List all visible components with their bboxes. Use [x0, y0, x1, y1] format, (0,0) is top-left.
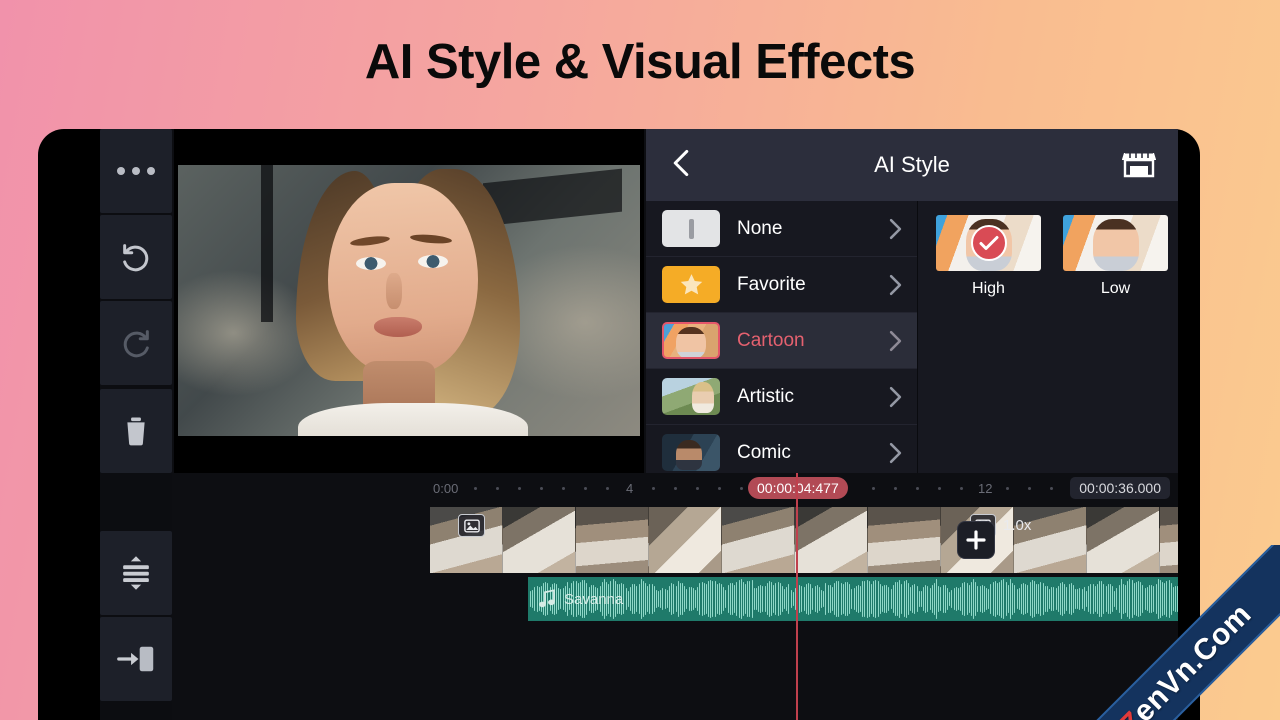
left-toolbar — [100, 129, 172, 720]
intensity-portrait — [1093, 219, 1139, 271]
page-title: AI Style & Visual Effects — [364, 35, 916, 89]
preview-subject-lips — [374, 317, 422, 337]
style-row-artistic[interactable]: Artistic — [646, 369, 917, 425]
chevron-left-icon — [673, 149, 689, 176]
panel-body: None Favorite Cartoon Artistic Comic Hig… — [646, 201, 1178, 473]
style-row-comic[interactable]: Comic — [646, 425, 917, 473]
intensity-thumb-high — [936, 215, 1041, 271]
undo-icon — [123, 244, 149, 272]
clip-frame[interactable] — [1087, 507, 1160, 573]
intensity-thumb-low — [1063, 215, 1168, 271]
redo-button[interactable] — [100, 301, 172, 385]
panel-header: AI Style — [646, 129, 1178, 201]
timeline[interactable]: 0:00 4 12 16 00:00:04:477 00:00:36 — [174, 473, 1178, 720]
ai-style-panel: AI Style None Favorite Cartoon Artistic … — [646, 129, 1178, 473]
audio-waveform — [528, 577, 1178, 621]
chevron-right-icon — [889, 274, 902, 295]
add-transition-button[interactable] — [957, 521, 995, 559]
audio-track[interactable]: Savanna — [528, 577, 1178, 621]
style-label: Favorite — [737, 273, 806, 295]
undo-button[interactable] — [100, 215, 172, 299]
style-row-cartoon[interactable]: Cartoon — [646, 313, 917, 369]
preview-subject-face — [328, 183, 478, 373]
clip-frame[interactable] — [868, 507, 941, 573]
style-row-favorite[interactable]: Favorite — [646, 257, 917, 313]
plus-icon — [966, 530, 986, 550]
more-dots-icon — [117, 167, 155, 175]
style-row-none[interactable]: None — [646, 201, 917, 257]
style-thumb-none — [662, 210, 720, 247]
intensity-option-high[interactable]: High — [936, 215, 1041, 473]
total-duration-badge[interactable]: 00:00:36.000 — [1070, 477, 1170, 499]
ruler-label: 12 — [978, 480, 993, 496]
preview-subject-shirt — [298, 403, 528, 436]
store-icon — [1121, 152, 1157, 177]
app-screen: AI Style None Favorite Cartoon Artistic … — [100, 129, 1178, 720]
delete-button[interactable] — [100, 389, 172, 473]
ruler-label: 4 — [626, 480, 634, 496]
style-list[interactable]: None Favorite Cartoon Artistic Comic — [646, 201, 918, 473]
check-icon — [979, 236, 998, 250]
audio-clip-label: Savanna — [538, 577, 623, 621]
clip-frame[interactable] — [430, 507, 503, 573]
panel-title: AI Style — [874, 152, 950, 177]
video-preview-stage[interactable] — [174, 129, 644, 473]
style-label: Artistic — [737, 385, 794, 407]
trash-icon — [127, 417, 145, 446]
image-icon — [463, 519, 480, 532]
video-track[interactable]: 1.0x — [430, 507, 1178, 573]
clip-frame[interactable] — [795, 507, 868, 573]
more-options-button[interactable] — [100, 129, 172, 213]
clip-frame[interactable] — [576, 507, 649, 573]
music-note-icon — [539, 589, 555, 608]
intensity-option-low[interactable]: Low — [1063, 215, 1168, 473]
star-icon — [680, 273, 702, 294]
insert-arrow-icon — [117, 646, 154, 672]
style-label: None — [737, 217, 783, 239]
clip-frame[interactable] — [722, 507, 795, 573]
intensity-options: High Low — [918, 201, 1178, 473]
clip-frame[interactable] — [503, 507, 576, 573]
style-thumb-comic — [662, 434, 720, 471]
clip-frame[interactable] — [1160, 507, 1178, 573]
chevron-right-icon — [889, 330, 902, 351]
tablet-device-frame: AI Style None Favorite Cartoon Artistic … — [38, 129, 1200, 720]
style-label: Cartoon — [737, 329, 805, 351]
chevron-right-icon — [889, 442, 902, 463]
back-button[interactable] — [668, 148, 694, 183]
preview-subject-eye-right — [418, 255, 448, 268]
chevron-right-icon — [889, 218, 902, 239]
preview-subject-nose — [386, 273, 402, 309]
store-button[interactable] — [1121, 147, 1157, 184]
chevron-right-icon — [889, 386, 902, 407]
ruler-label: 0:00 — [433, 480, 459, 496]
style-thumb-cartoon — [662, 322, 720, 359]
selected-check-badge — [970, 225, 1007, 261]
playhead[interactable] — [796, 473, 798, 720]
track-height-button[interactable] — [100, 531, 172, 615]
image-clip-badge — [458, 514, 485, 537]
video-preview-frame[interactable] — [178, 165, 640, 436]
track-expand-icon — [123, 556, 149, 590]
intensity-label: Low — [1100, 280, 1131, 297]
insert-clip-button[interactable] — [100, 617, 172, 701]
redo-icon — [123, 330, 149, 358]
audio-name: Savanna — [564, 590, 624, 608]
speed-value: 1.0x — [1003, 517, 1032, 534]
intensity-label: High — [972, 280, 1005, 297]
timeline-ruler[interactable]: 0:00 4 12 16 00:00:04:477 00:00:36 — [174, 473, 1178, 503]
style-label: Comic — [737, 441, 791, 463]
preview-subject-eye-left — [356, 257, 386, 270]
style-thumb-favorite — [662, 266, 720, 303]
style-thumb-artistic — [662, 378, 720, 415]
clip-frame[interactable] — [649, 507, 722, 573]
